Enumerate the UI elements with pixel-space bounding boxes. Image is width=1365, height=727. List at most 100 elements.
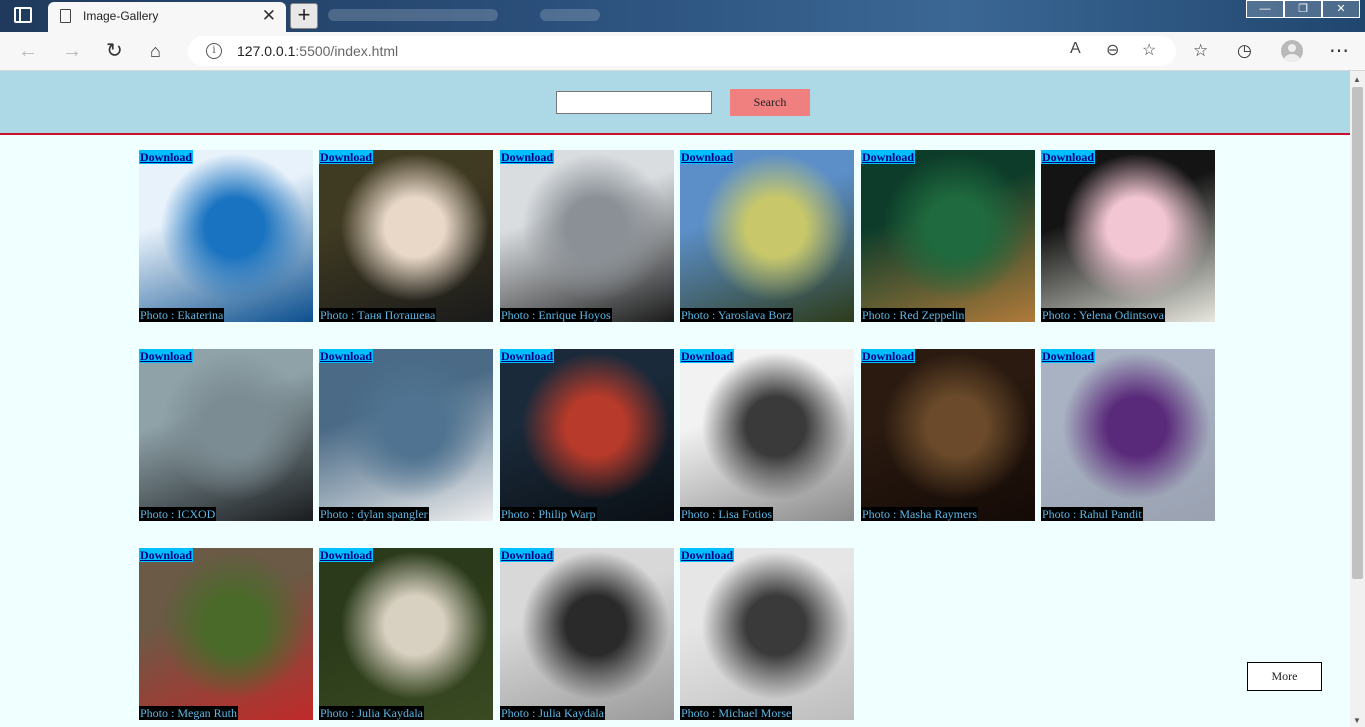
photo-credit: Photo : Julia Kaydala xyxy=(319,706,424,720)
background-tab[interactable] xyxy=(328,9,498,21)
favorites-icon[interactable]: ☆ xyxy=(1193,40,1208,62)
gallery-card: Download Photo : Таня Поташева xyxy=(319,150,493,322)
forward-icon[interactable]: → xyxy=(62,40,82,62)
gallery-photo xyxy=(319,548,493,720)
gallery-photo xyxy=(500,349,674,521)
photo-credit: Photo : Lisa Fotios xyxy=(680,507,774,521)
download-link[interactable]: Download xyxy=(500,150,555,164)
download-link[interactable]: Download xyxy=(500,349,555,363)
scroll-up-icon[interactable]: ▲ xyxy=(1353,75,1361,84)
gallery-photo xyxy=(319,150,493,322)
browser-tab-bar: Image-Gallery ✕ + — ❐ ✕ xyxy=(0,0,1365,32)
gallery-card: Download Photo : Julia Kaydala xyxy=(500,548,674,720)
scrollbar-thumb[interactable] xyxy=(1352,87,1363,579)
download-link[interactable]: Download xyxy=(500,548,555,562)
download-link[interactable]: Download xyxy=(319,548,374,562)
url-text: 127.0.0.1:5500/index.html xyxy=(237,43,399,59)
profile-avatar[interactable] xyxy=(1281,40,1303,62)
photo-credit: Photo : Таня Поташева xyxy=(319,308,437,322)
gallery-card: Download Photo : Enrique Hoyos xyxy=(500,150,674,322)
search-input[interactable] xyxy=(556,91,712,114)
gallery-card: Download Photo : Yaroslava Borz xyxy=(680,150,854,322)
gallery-photo xyxy=(139,548,313,720)
restore-icon[interactable]: ❐ xyxy=(1284,0,1322,18)
photo-credit: Photo : Enrique Hoyos xyxy=(500,308,612,322)
gallery-card: Download Photo : Megan Ruth xyxy=(139,548,313,720)
more-button[interactable]: More xyxy=(1247,662,1322,691)
new-tab-button[interactable]: + xyxy=(290,3,318,29)
photo-credit: Photo : Megan Ruth xyxy=(139,706,239,720)
scroll-down-icon[interactable]: ▼ xyxy=(1353,716,1361,725)
gallery-photo xyxy=(319,349,493,521)
gallery-card: Download Photo : Ekaterina xyxy=(139,150,313,322)
settings-menu-icon[interactable]: ⋯ xyxy=(1329,40,1349,62)
photo-credit: Photo : Philip Warp xyxy=(500,507,597,521)
gallery-photo xyxy=(1041,349,1215,521)
page-scrollbar[interactable]: ▲ ▼ xyxy=(1350,71,1365,727)
back-icon[interactable]: ← xyxy=(18,40,38,62)
download-link[interactable]: Download xyxy=(680,548,735,562)
tab-title: Image-Gallery xyxy=(83,9,159,23)
gallery-photo xyxy=(139,150,313,322)
photo-credit: Photo : ICXOD xyxy=(139,507,217,521)
download-link[interactable]: Download xyxy=(1041,349,1096,363)
gallery-card: Download Photo : ICXOD xyxy=(139,349,313,521)
download-link[interactable]: Download xyxy=(139,548,194,562)
download-link[interactable]: Download xyxy=(319,349,374,363)
search-button[interactable]: Search xyxy=(730,89,810,116)
read-aloud-icon[interactable]: A xyxy=(1070,40,1081,58)
background-tab[interactable] xyxy=(540,9,600,21)
gallery-card: Download Photo : Julia Kaydala xyxy=(319,548,493,720)
gallery-photo xyxy=(861,349,1035,521)
download-link[interactable]: Download xyxy=(1041,150,1096,164)
add-favorite-icon[interactable]: ☆ xyxy=(1142,40,1156,60)
minimize-icon[interactable]: — xyxy=(1246,0,1284,18)
site-info-icon[interactable]: i xyxy=(206,43,222,59)
tab-actions-icon[interactable] xyxy=(14,7,32,23)
gallery-card: Download Photo : Red Zeppelin xyxy=(861,150,1035,322)
gallery-photo xyxy=(861,150,1035,322)
gallery-card: Download Photo : Yelena Odintsova xyxy=(1041,150,1215,322)
tab-image-gallery[interactable]: Image-Gallery ✕ xyxy=(48,2,286,32)
download-link[interactable]: Download xyxy=(680,150,735,164)
gallery-photo xyxy=(500,150,674,322)
address-bar: ← → ↻ ⌂ i 127.0.0.1:5500/index.html A ⊖ … xyxy=(0,32,1365,71)
gallery-photo xyxy=(500,548,674,720)
photo-credit: Photo : Julia Kaydala xyxy=(500,706,605,720)
gallery-card: Download Photo : Philip Warp xyxy=(500,349,674,521)
gallery-card: Download Photo : Masha Raymers xyxy=(861,349,1035,521)
photo-credit: Photo : Michael Morse xyxy=(680,706,793,720)
page-icon xyxy=(60,9,71,23)
gallery-photo xyxy=(680,548,854,720)
close-tab-icon[interactable]: ✕ xyxy=(262,6,276,26)
close-window-icon[interactable]: ✕ xyxy=(1322,0,1360,18)
photo-credit: Photo : Yelena Odintsova xyxy=(1041,308,1166,322)
zoom-out-icon[interactable]: ⊖ xyxy=(1106,40,1119,60)
search-header: Search xyxy=(0,71,1350,135)
photo-credit: Photo : dylan spangler xyxy=(319,507,429,521)
photo-credit: Photo : Ekaterina xyxy=(139,308,225,322)
download-link[interactable]: Download xyxy=(861,349,916,363)
gallery-photo xyxy=(1041,150,1215,322)
download-link[interactable]: Download xyxy=(139,349,194,363)
gallery-photo xyxy=(139,349,313,521)
gallery-card: Download Photo : dylan spangler xyxy=(319,349,493,521)
gallery-card: Download Photo : Rahul Pandit xyxy=(1041,349,1215,521)
window-controls: — ❐ ✕ xyxy=(1246,0,1360,20)
photo-credit: Photo : Rahul Pandit xyxy=(1041,507,1143,521)
history-icon[interactable]: ◷ xyxy=(1237,40,1252,62)
photo-credit: Photo : Masha Raymers xyxy=(861,507,978,521)
gallery-card: Download Photo : Lisa Fotios xyxy=(680,349,854,521)
gallery-photo xyxy=(680,349,854,521)
refresh-icon[interactable]: ↻ xyxy=(106,40,123,62)
url-field[interactable]: i 127.0.0.1:5500/index.html A ⊖ ☆ xyxy=(188,36,1176,66)
gallery-photo xyxy=(680,150,854,322)
gallery-card: Download Photo : Michael Morse xyxy=(680,548,854,720)
download-link[interactable]: Download xyxy=(680,349,735,363)
download-link[interactable]: Download xyxy=(319,150,374,164)
download-link[interactable]: Download xyxy=(139,150,194,164)
photo-credit: Photo : Red Zeppelin xyxy=(861,308,966,322)
download-link[interactable]: Download xyxy=(861,150,916,164)
home-icon[interactable]: ⌂ xyxy=(150,40,161,62)
photo-credit: Photo : Yaroslava Borz xyxy=(680,308,793,322)
